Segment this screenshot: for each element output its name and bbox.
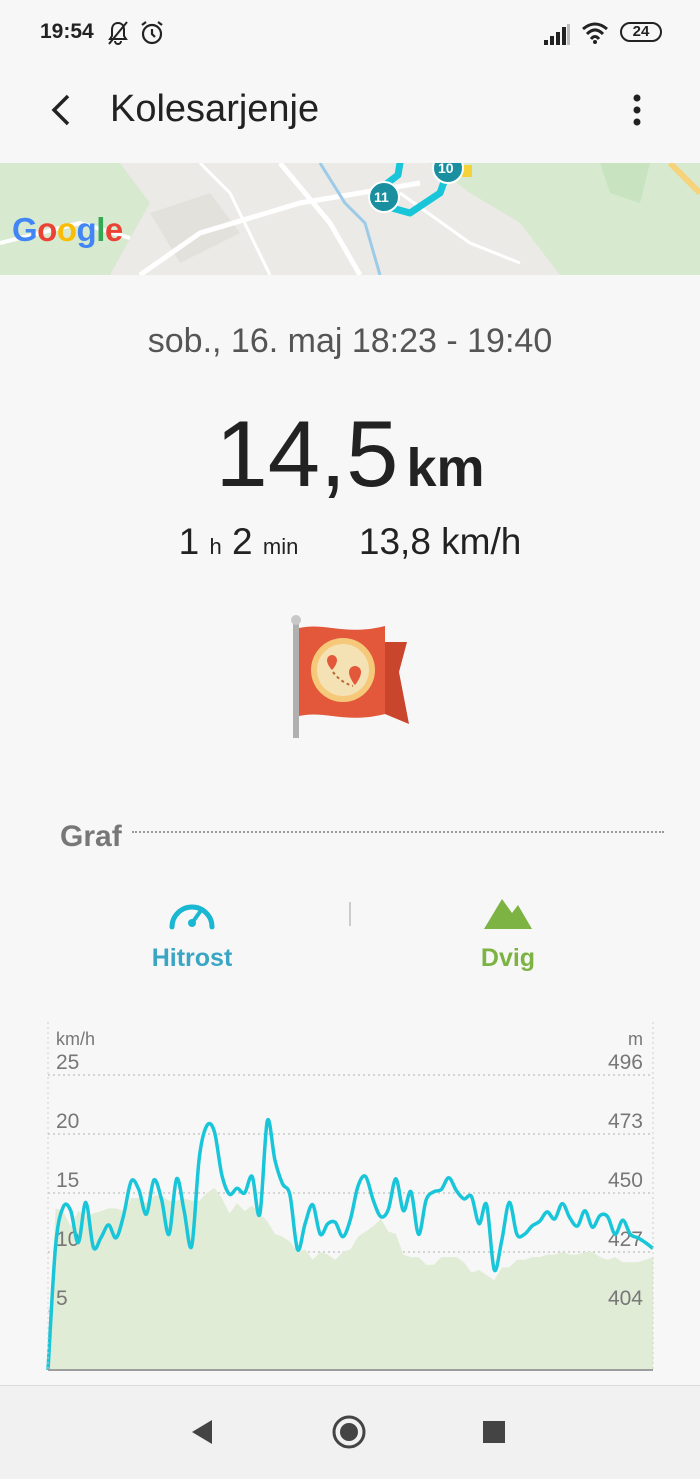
route-map[interactable]: 11 10 Google (0, 163, 700, 275)
notifications-off-icon (106, 20, 130, 51)
more-options-button[interactable] (620, 90, 654, 130)
duration-hours: 1 (178, 521, 200, 562)
alarm-icon (139, 20, 165, 51)
duration-minutes: 2 (232, 521, 253, 562)
speed-elevation-chart[interactable]: 25 496 20 473 15 450 10 427 5 404 km/h m (0, 1020, 700, 1395)
section-divider (132, 831, 664, 833)
status-bar: 19:54 24 (0, 0, 700, 68)
achievement-flag-icon[interactable] (285, 612, 415, 742)
duration-minutes-unit: min (262, 534, 299, 559)
tab-elevation-label: Dvig (480, 944, 536, 972)
right-tick-label: 404 (608, 1287, 643, 1310)
left-tick-label: 25 (56, 1051, 79, 1074)
left-axis-unit: km/h (56, 1029, 95, 1049)
mountain-icon (482, 899, 534, 937)
duration-speed-row: 1 h 2 min 13,8 km/h (0, 521, 700, 563)
average-speed: 13,8 km/h (358, 521, 522, 562)
left-tick-label: 20 (56, 1110, 79, 1133)
right-axis-unit: m (628, 1029, 643, 1049)
distance-value: 14,5 (215, 401, 399, 506)
left-tick-label: 15 (56, 1169, 79, 1192)
tab-elevation[interactable]: Dvig (408, 893, 608, 973)
nav-back-button[interactable] (188, 1418, 216, 1451)
total-distance: 14,5 km (0, 400, 700, 508)
left-tick-label: 5 (56, 1287, 68, 1310)
graph-section-title: Graf (60, 820, 122, 853)
nav-home-button[interactable] (331, 1414, 367, 1455)
duration-hours-unit: h (209, 534, 222, 559)
back-button[interactable] (44, 90, 80, 130)
system-navigation-bar (0, 1385, 700, 1479)
map-marker-label: 10 (438, 163, 454, 176)
google-logo: Google (12, 211, 123, 248)
page-title: Kolesarjenje (110, 88, 320, 130)
right-tick-label: 450 (608, 1169, 643, 1192)
battery-indicator: 24 (620, 22, 662, 42)
right-tick-label: 496 (608, 1051, 643, 1074)
status-time: 19:54 (40, 20, 94, 43)
right-tick-label: 473 (608, 1110, 643, 1133)
nav-recents-button[interactable] (482, 1420, 506, 1449)
signal-icon (543, 24, 571, 51)
wifi-icon (581, 21, 609, 50)
tab-divider (349, 902, 351, 926)
map-marker-label: 11 (374, 189, 389, 205)
chart-canvas: 25 49620 47315 45010 4275 404 km/h m (46, 1022, 655, 1371)
tab-speed[interactable]: Hitrost (92, 893, 292, 973)
tab-speed-label: Hitrost (151, 944, 233, 972)
distance-unit: km (406, 438, 485, 498)
speedometer-icon (166, 904, 218, 937)
app-bar: Kolesarjenje (0, 68, 700, 163)
workout-datetime: sob., 16. maj 18:23 - 19:40 (147, 322, 553, 360)
